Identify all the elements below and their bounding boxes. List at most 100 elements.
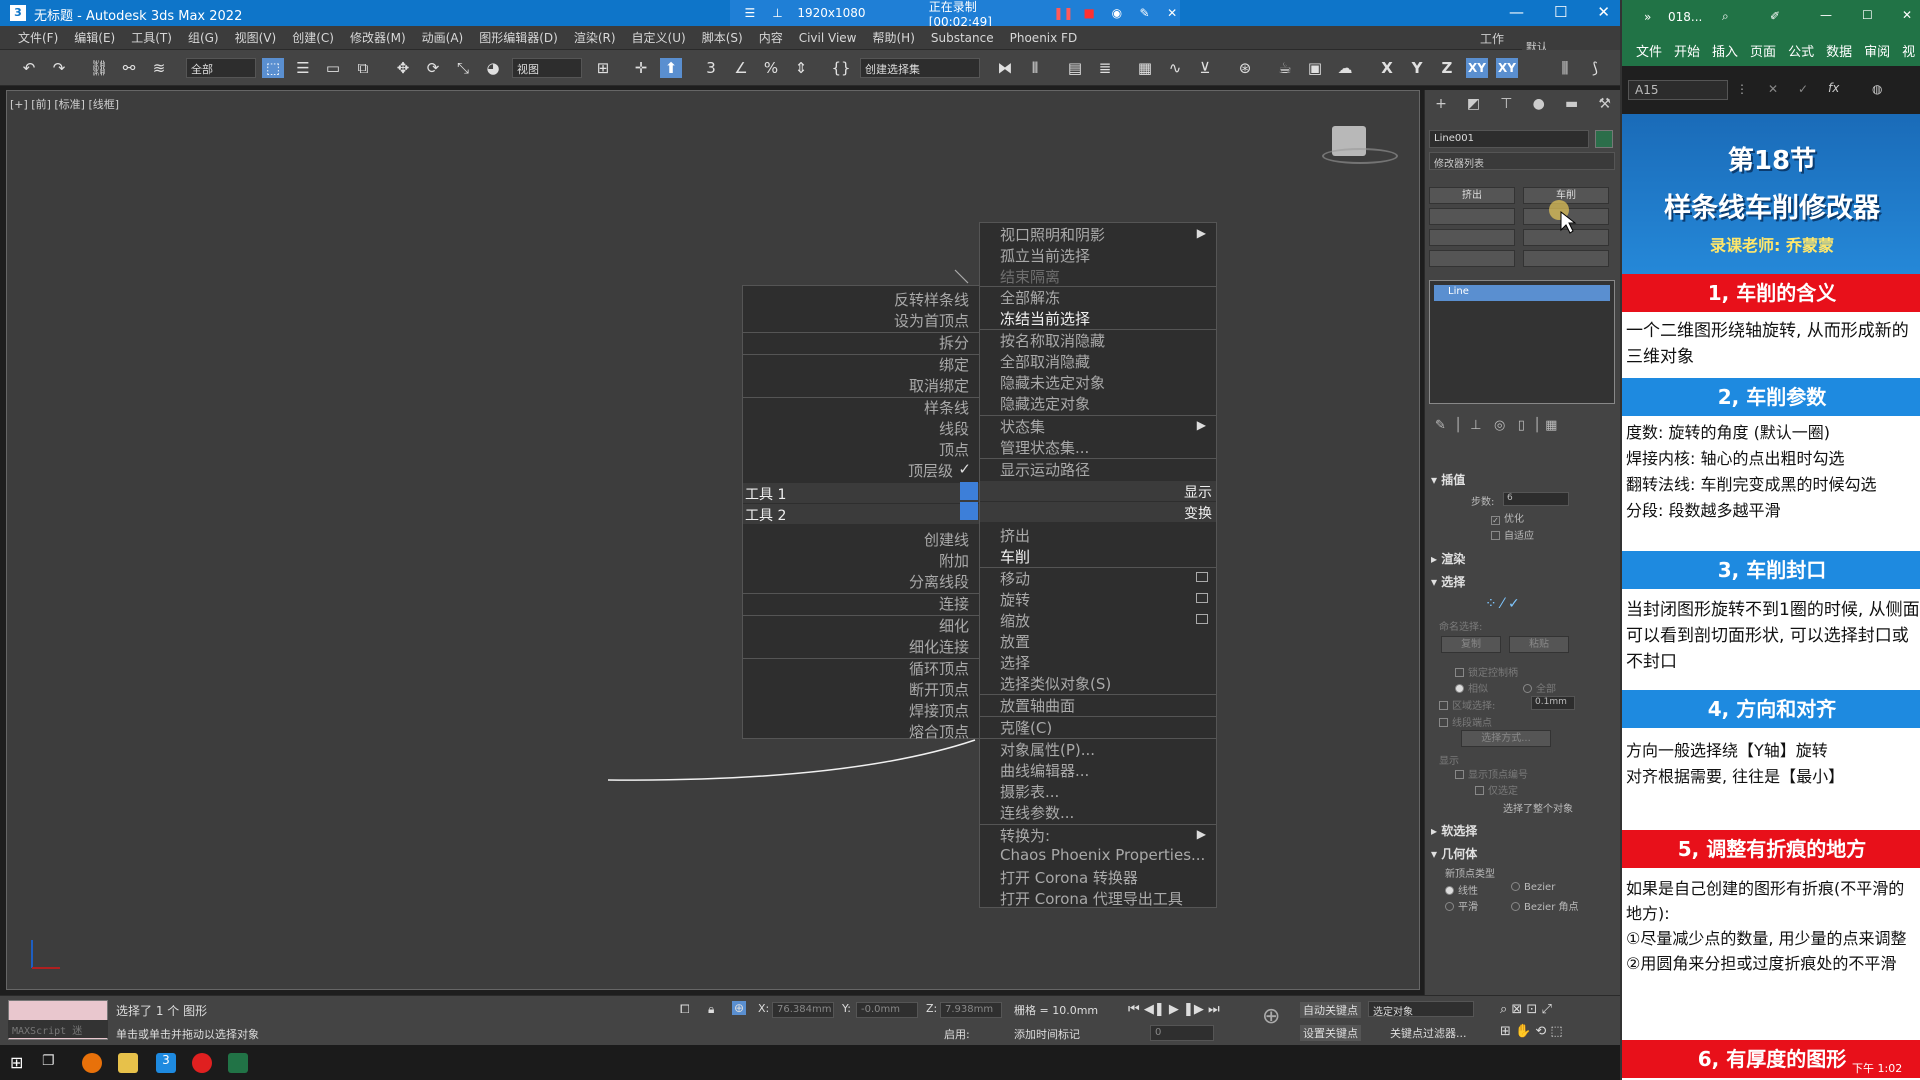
- window-crossing-icon[interactable]: ⧉: [352, 58, 374, 78]
- object-name-field[interactable]: Line001: [1429, 130, 1589, 148]
- steps-spinner[interactable]: 6: [1503, 492, 1569, 506]
- axis-y-button[interactable]: Y: [1406, 58, 1428, 78]
- quad-item-unhide-by-name[interactable]: 按名称取消隐藏: [1000, 330, 1105, 351]
- pin-icon[interactable]: ⊥: [770, 6, 786, 20]
- expand-icon[interactable]: »: [1644, 10, 1651, 24]
- link-icon[interactable]: ⛓: [88, 58, 110, 78]
- quad-item-spline[interactable]: 样条线: [924, 397, 969, 418]
- select-manipulate-icon[interactable]: ✛: [630, 58, 652, 78]
- 3dsmax-taskbar-icon[interactable]: 3: [156, 1053, 176, 1073]
- tab-file[interactable]: 文件: [1636, 41, 1662, 60]
- modifier-slot[interactable]: [1429, 250, 1515, 267]
- tab-insert[interactable]: 插入: [1712, 41, 1738, 60]
- close-icon[interactable]: ✕: [1597, 3, 1610, 21]
- tab-view[interactable]: 视: [1902, 41, 1915, 60]
- quad-item-top-level[interactable]: 顶层级: [908, 460, 953, 481]
- named-selset-dropdown[interactable]: 创建选择集: [860, 58, 980, 78]
- rollout-soft-selection[interactable]: ▸ 软选择: [1431, 822, 1477, 839]
- firefox-icon[interactable]: [82, 1053, 102, 1073]
- edit-named-sel-icon[interactable]: {}: [830, 58, 852, 78]
- tab-data[interactable]: 数据: [1826, 41, 1852, 60]
- modifier-slot[interactable]: [1429, 208, 1515, 225]
- area-selection-spinner[interactable]: 0.1mm: [1531, 696, 1575, 710]
- quad-item-hide-selection[interactable]: 隐藏选定对象: [1000, 393, 1090, 414]
- settings-box-icon[interactable]: [1196, 593, 1208, 603]
- show-vertex-numbers-checkbox[interactable]: 显示顶点编号: [1455, 766, 1528, 781]
- isolate-icon[interactable]: ⧠: [680, 1002, 690, 1017]
- quad-item-extrude[interactable]: 挤出: [1000, 525, 1030, 546]
- lock-selection-icon[interactable]: 🔒︎: [708, 1002, 714, 1017]
- selected-only-checkbox[interactable]: 仅选定: [1475, 782, 1518, 797]
- menu-civil-view[interactable]: Civil View: [799, 31, 873, 45]
- curve-editor-icon[interactable]: ∿: [1164, 58, 1186, 78]
- quad-item-break-vertex[interactable]: 断开顶点: [909, 679, 969, 700]
- scene-explorer-icon[interactable]: ▤: [1064, 58, 1086, 78]
- adaptive-checkbox[interactable]: 自适应: [1491, 527, 1534, 542]
- menu-scripting[interactable]: 脚本(S): [702, 29, 759, 46]
- auto-key-button[interactable]: 自动关键点: [1300, 1002, 1361, 1018]
- section-heading-5[interactable]: 5, 调整有折痕的地方: [1622, 830, 1920, 868]
- section-heading-4[interactable]: 4, 方向和对齐: [1622, 690, 1920, 728]
- motion-tab-icon[interactable]: ●: [1533, 96, 1545, 120]
- menu-edit[interactable]: 编辑(E): [74, 29, 131, 46]
- quad-item-move[interactable]: 移动: [1000, 568, 1030, 589]
- quad-item-bind[interactable]: 绑定: [939, 354, 969, 375]
- quad-item-connect[interactable]: 连接: [939, 593, 969, 614]
- menu-modifiers[interactable]: 修改器(M): [350, 29, 422, 46]
- schematic-icon[interactable]: ⊻: [1194, 58, 1216, 78]
- stop-icon[interactable]: ■: [1081, 6, 1097, 20]
- tab-home[interactable]: 开始: [1674, 41, 1700, 60]
- maximize-icon[interactable]: ☐: [1862, 8, 1873, 22]
- settings-box-icon[interactable]: [1196, 614, 1208, 624]
- viewport-nav-controls[interactable]: ⌕ ⊠ ⊡ ⤢: [1500, 1002, 1552, 1017]
- settings-box-icon[interactable]: [1196, 572, 1208, 582]
- select-by-name-icon[interactable]: ☰: [292, 58, 314, 78]
- ribbon-icon[interactable]: ▦: [1134, 58, 1156, 78]
- extrude-button[interactable]: 挤出: [1429, 187, 1515, 204]
- material-editor-icon[interactable]: ⊛: [1234, 58, 1256, 78]
- tab-formulas[interactable]: 公式: [1788, 41, 1814, 60]
- pen-icon[interactable]: ✎: [1137, 6, 1153, 20]
- viewport-label[interactable]: [+] [前] [标准] [线框]: [10, 96, 119, 112]
- camera-icon[interactable]: ◉: [1109, 6, 1125, 20]
- quad-item-isolate[interactable]: 孤立当前选择: [1000, 245, 1090, 266]
- quad-item-object-properties[interactable]: 对象属性(P)...: [1000, 739, 1095, 760]
- quad-item-corona-converter[interactable]: 打开 Corona 转换器: [1000, 867, 1138, 888]
- create-tab-icon[interactable]: +: [1435, 96, 1447, 120]
- segment-end-checkbox[interactable]: 线段端点: [1439, 714, 1492, 729]
- quad-item-wire-parameters[interactable]: 连线参数...: [1000, 802, 1074, 823]
- quad-item-unhide-all[interactable]: 全部取消隐藏: [1000, 351, 1090, 372]
- scale-icon[interactable]: ⤡: [452, 58, 474, 78]
- display-tab-icon[interactable]: ▬: [1565, 96, 1578, 120]
- quad-item-end-isolate[interactable]: 结束隔离: [1000, 266, 1060, 287]
- add-time-tag[interactable]: 添加时间标记: [1014, 1026, 1080, 1042]
- quad-item-select[interactable]: 选择: [1000, 652, 1030, 673]
- rect-selection-icon[interactable]: ▭: [322, 58, 344, 78]
- quad-item-refine[interactable]: 细化: [939, 615, 969, 636]
- maximize-icon[interactable]: ☐: [1554, 3, 1567, 21]
- utilities-tab-icon[interactable]: ⚒: [1598, 96, 1611, 120]
- axis-xy-cycle-button[interactable]: XY: [1496, 58, 1518, 78]
- quad-item-weld-vertex[interactable]: 焊接顶点: [909, 700, 969, 721]
- menu-create[interactable]: 创建(C): [292, 29, 350, 46]
- task-view-icon[interactable]: ❐: [42, 1053, 62, 1073]
- move-icon[interactable]: ✥: [392, 58, 414, 78]
- undo-icon[interactable]: ↶: [18, 58, 40, 78]
- viewcube-compass[interactable]: [1322, 148, 1398, 164]
- rotate-icon[interactable]: ⟳: [422, 58, 444, 78]
- section-body-1[interactable]: 一个二维图形绕轴旋转, 从而形成新的三维对象: [1626, 318, 1920, 370]
- subobject-level-icons[interactable]: ⁘ ⁄ ✓: [1485, 596, 1520, 612]
- align-icon[interactable]: ⫴: [1024, 58, 1046, 78]
- select-object-icon[interactable]: ⬚: [262, 58, 284, 78]
- copy-button[interactable]: 复制: [1441, 636, 1501, 653]
- rollout-rendering[interactable]: ▸ 渲染: [1431, 550, 1465, 567]
- minimize-icon[interactable]: —: [1820, 8, 1832, 22]
- quad-item-make-first[interactable]: 设为首顶点: [894, 310, 969, 331]
- linear-radio[interactable]: 线性: [1445, 882, 1478, 897]
- menu-icon[interactable]: ☰: [742, 6, 758, 20]
- modifier-slot[interactable]: [1429, 229, 1515, 246]
- quad-item-create-line[interactable]: 创建线: [924, 529, 969, 550]
- quad-item-unbind[interactable]: 取消绑定: [909, 375, 969, 396]
- quad-item-cycle-vertex[interactable]: 循环顶点: [909, 658, 969, 679]
- file-explorer-icon[interactable]: [118, 1053, 138, 1073]
